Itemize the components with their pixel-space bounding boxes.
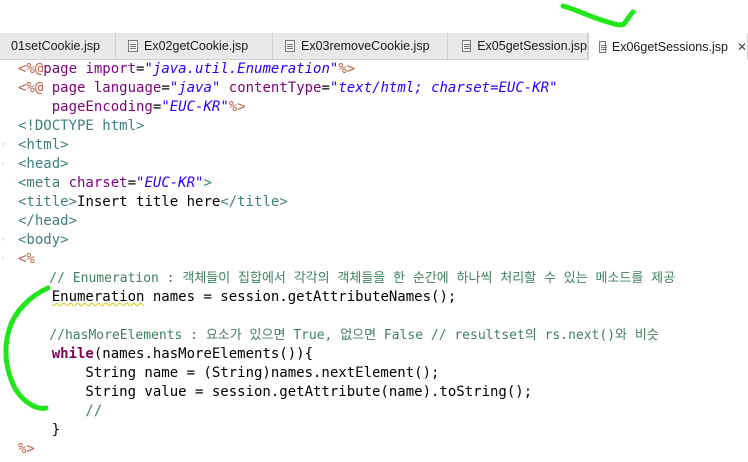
close-icon[interactable]: ✕ — [737, 40, 747, 54]
code-line: Enumeration names = session.getAttribute… — [51, 289, 457, 305]
code-line: } — [18, 422, 61, 438]
code-line: <%@page import="java.util.Enumeration"%> — [18, 61, 356, 77]
tab-ex05getsession[interactable]: Ex05getSession.jsp — [448, 33, 588, 59]
code-line: <%@ page language="java" contentType="te… — [18, 80, 558, 96]
jsp-file-icon — [285, 40, 295, 52]
code-line: // — [18, 403, 103, 419]
code-line: ◦ <% — [1, 251, 35, 267]
jsp-file-icon — [128, 40, 138, 52]
tab-01setcookie[interactable]: 01setCookie.jsp — [0, 33, 116, 59]
jsp-file-icon — [462, 40, 472, 52]
jsp-file-icon — [599, 40, 607, 53]
tab-label: Ex06getSessions.jsp — [611, 39, 728, 54]
code-line: %> — [18, 441, 35, 457]
fold-marker-icon[interactable]: ◦ — [1, 161, 8, 168]
fold-marker-icon[interactable]: ◦ — [1, 237, 8, 244]
code-line: String name = (String)names.nextElement(… — [18, 365, 440, 381]
code-line: String value = session.getAttribute(name… — [18, 384, 533, 400]
code-line: <title>Insert title here</title> — [18, 194, 288, 210]
code-line: //hasMoreElements : 요소가 있으면 True, 없으면 Fa… — [18, 328, 659, 343]
code-line: ◦ <body> — [1, 232, 69, 248]
tab-ex02getcookie[interactable]: Ex02getCookie.jsp — [116, 33, 273, 59]
fold-marker-icon[interactable]: ◦ — [1, 142, 8, 149]
tab-label: Ex05getSession.jsp — [477, 39, 587, 53]
code-line: <meta charset="EUC-KR"> — [18, 175, 212, 191]
tab-label: Ex02getCookie.jsp — [144, 39, 249, 53]
code-line: </head> — [18, 213, 78, 229]
code-line: ◦ <head> — [1, 156, 69, 172]
editor-tab-bar: 01setCookie.jsp Ex02getCookie.jsp Ex03re… — [0, 0, 748, 60]
tab-ex03removecookie[interactable]: Ex03removeCookie.jsp — [273, 33, 448, 59]
code-line: while(names.hasMoreElements()){ — [51, 346, 314, 362]
tab-label: Ex03removeCookie.jsp — [301, 39, 430, 53]
tab-ex06getsessions[interactable]: Ex06getSessions.jsp ✕ — [588, 33, 748, 60]
code-line: <!DOCTYPE html> — [18, 118, 145, 134]
code-line: pageEncoding="EUC-KR"%> — [51, 99, 246, 115]
fold-marker-icon[interactable]: ◦ — [1, 256, 8, 263]
code-line: ◦ <html> — [1, 137, 69, 153]
tab-label: 01setCookie.jsp — [11, 39, 100, 53]
code-line: // Enumeration : 객체들이 집합에서 각각의 객체들을 한 순간… — [18, 271, 676, 286]
code-editor[interactable]: <%@page import="java.util.Enumeration"%>… — [0, 60, 748, 462]
